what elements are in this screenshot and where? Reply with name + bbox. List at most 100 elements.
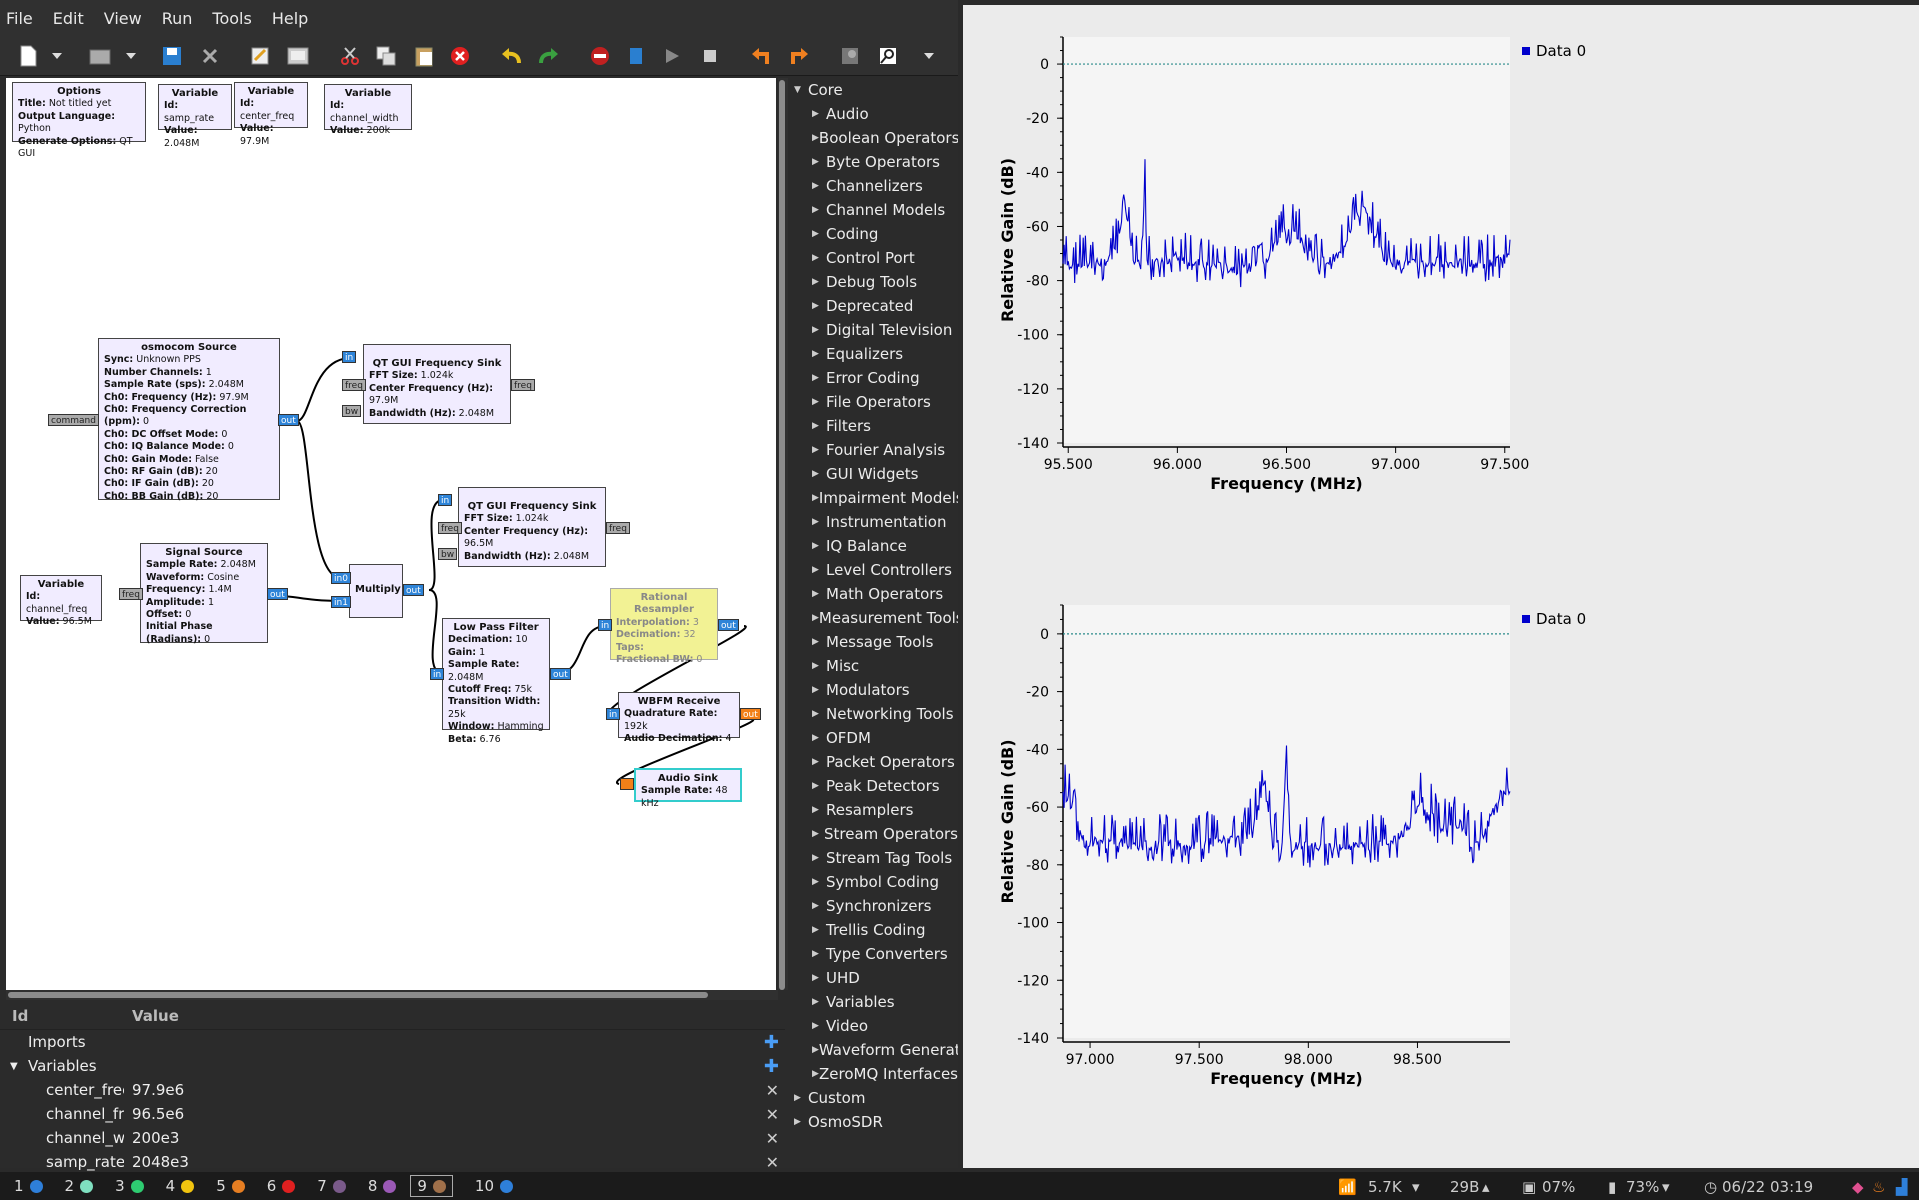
variable-row[interactable]: samp_rate 2048e3 ✕ [0,1150,785,1174]
workspace-2[interactable]: 2 [65,1177,94,1195]
remove-variable-icon[interactable]: ✕ [766,1129,779,1148]
tree-category-item[interactable]: ▶Waveform Generators [790,1038,958,1062]
port-in[interactable]: in [598,619,613,631]
new-dropdown-icon[interactable] [50,44,64,68]
execute-icon[interactable] [660,44,684,68]
tree-category-osmosdr[interactable]: ▶ OsmoSDR [790,1110,958,1134]
tree-category-item[interactable]: ▶ Deprecated [790,294,958,318]
port-out[interactable]: out [550,668,571,680]
port-freq[interactable]: freq [438,522,462,534]
tree-category-item[interactable]: ▶ Filters [790,414,958,438]
variable-row[interactable]: channel_fre96.5e6✕ [0,1102,785,1126]
rational-resampler-block[interactable]: Rational Resampler Interpolation: 3 Deci… [610,588,718,665]
tree-category-item[interactable]: ▶ Fourier Analysis [790,438,958,462]
undo-icon[interactable] [500,44,524,68]
workspace-3[interactable]: 3 [115,1177,144,1195]
tree-category-item[interactable]: ▶ Channel Models [790,198,958,222]
variable-block-channel-width[interactable]: Variable Id: channel_width Value: 200k [324,84,412,136]
frequency-chart-1[interactable]: 0 -20 -40 -60 -80 -100 -120 -140 95.500 96.000 96.… [963,5,1919,573]
tree-category-item[interactable]: ▶ Misc [790,654,958,678]
frequency-plot-1[interactable]: 0 -20 -40 -60 -80 -100 -120 -140 95.500 96.000 96.… [963,5,1919,573]
tree-category-item[interactable]: ▶ UHD [790,966,958,990]
variables-row[interactable]: ▼ Variables ✚ [0,1054,785,1078]
tree-category-item[interactable]: ▶ Resamplers [790,798,958,822]
tree-category-item[interactable]: ▶ Instrumentation [790,510,958,534]
tree-category-item[interactable]: ▶ Byte Operators [790,150,958,174]
menu-tools[interactable]: Tools [212,9,251,28]
tree-category-item[interactable]: ▶ GUI Widgets [790,462,958,486]
port-bw[interactable]: bw [438,548,458,560]
variable-block-channel-freq[interactable]: Variable Id: channel_freq Value: 96.5M [20,575,102,627]
imports-row[interactable]: Imports ✚ [0,1030,785,1054]
signal-tray-icon[interactable]: ▟ [1896,1178,1908,1196]
find-icon[interactable] [838,44,862,68]
variable-block-samp-rate[interactable]: Variable Id: samp_rate Value: 2.048M [158,84,232,149]
tree-category-item[interactable]: ▶ File Operators [790,390,958,414]
cut-icon[interactable] [338,44,362,68]
port-out[interactable]: out [278,414,299,426]
port-freq[interactable]: freq [342,379,366,391]
tree-category-item[interactable]: ▶ ZeroMQ Interfaces [790,1062,958,1086]
qt-freq-sink-block-1[interactable]: QT GUI Frequency Sink FFT Size: 1.024k C… [363,344,511,424]
save-icon[interactable] [160,44,184,68]
tree-category-item[interactable]: ▶ Stream Tag Tools [790,846,958,870]
rotate-cw-icon[interactable] [786,44,810,68]
remove-variable-icon[interactable]: ✕ [766,1153,779,1172]
more-icon[interactable] [922,44,936,68]
tree-category-item[interactable]: ▶ Control Port [790,246,958,270]
properties-icon[interactable] [248,44,272,68]
search-icon[interactable] [876,44,900,68]
tree-category-item[interactable]: ▶ Type Converters [790,942,958,966]
port-bw[interactable]: bw [342,405,362,417]
audio-sink-block[interactable]: Audio Sink Sample Rate: 48 kHz [634,768,742,809]
variable-block-center-freq[interactable]: Variable Id: center_freq Value: 97.9M [234,82,308,147]
paste-icon[interactable] [412,44,436,68]
tree-category-item[interactable]: ▶ Symbol Coding [790,870,958,894]
tree-category-item[interactable]: ▶ Trellis Coding [790,918,958,942]
workspace-8[interactable]: 8 [368,1177,397,1195]
disable-icon[interactable] [588,44,612,68]
osmocom-source-block[interactable]: osmocom Source Sync: Unknown PPS Number … [98,338,280,502]
flowgraph-canvas[interactable]: Options Title: Not titled yet Output Lan… [6,78,776,990]
tree-category-item[interactable]: ▶ Video [790,1014,958,1038]
tree-category-item[interactable]: ▶ Message Tools [790,630,958,654]
port-out[interactable]: out [267,588,288,600]
menu-file[interactable]: File [6,9,33,28]
new-icon[interactable] [16,44,40,68]
remove-variable-icon[interactable]: ✕ [766,1081,779,1100]
port-freq[interactable]: freq [119,588,143,600]
tree-category-item[interactable]: ▶ Synchronizers [790,894,958,918]
rotate-ccw-icon[interactable] [750,44,774,68]
variable-row[interactable]: center_frec 97.9e6 ✕ [0,1078,785,1102]
port-out[interactable]: out [403,584,424,596]
tree-category-item[interactable]: ▶ Error Coding [790,366,958,390]
port-out[interactable]: out [740,708,761,720]
screenshot-icon[interactable] [286,44,310,68]
delete-icon[interactable] [448,44,472,68]
tree-category-item[interactable]: ▶ Modulators [790,678,958,702]
port-in1[interactable]: in1 [331,596,351,608]
port-freq-out[interactable]: freq [606,522,630,534]
low-pass-filter-block[interactable]: Low Pass Filter Decimation: 10 Gain: 1 S… [442,618,550,745]
port-in[interactable]: in [606,708,621,720]
tree-category-item[interactable]: ▶ Level Controllers [790,558,958,582]
tree-category-item[interactable]: ▶ Impairment Models [790,486,958,510]
port-in[interactable]: in [438,494,453,506]
tree-category-item[interactable]: ▶ Packet Operators [790,750,958,774]
app-tray-icon[interactable]: ◆ [1852,1178,1864,1196]
open-icon[interactable] [88,44,112,68]
port-in0[interactable]: in0 [331,572,351,584]
redo-icon[interactable] [536,44,560,68]
workspace-10[interactable]: 10 [475,1177,514,1195]
port-out[interactable]: out [718,619,739,631]
tree-category-item[interactable]: ▶ Digital Television [790,318,958,342]
menu-run[interactable]: Run [162,9,193,28]
generate-icon[interactable] [624,44,648,68]
signal-source-block[interactable]: Signal Source Sample Rate: 2.048M Wavefo… [140,543,268,645]
workspace-5[interactable]: 5 [216,1177,245,1195]
tree-category-item[interactable]: ▶ Coding [790,222,958,246]
copy-icon[interactable] [374,44,398,68]
tree-category-core[interactable]: ▼ Core [790,78,958,102]
tree-category-item[interactable]: ▶ Networking Tools [790,702,958,726]
menu-edit[interactable]: Edit [53,9,84,28]
